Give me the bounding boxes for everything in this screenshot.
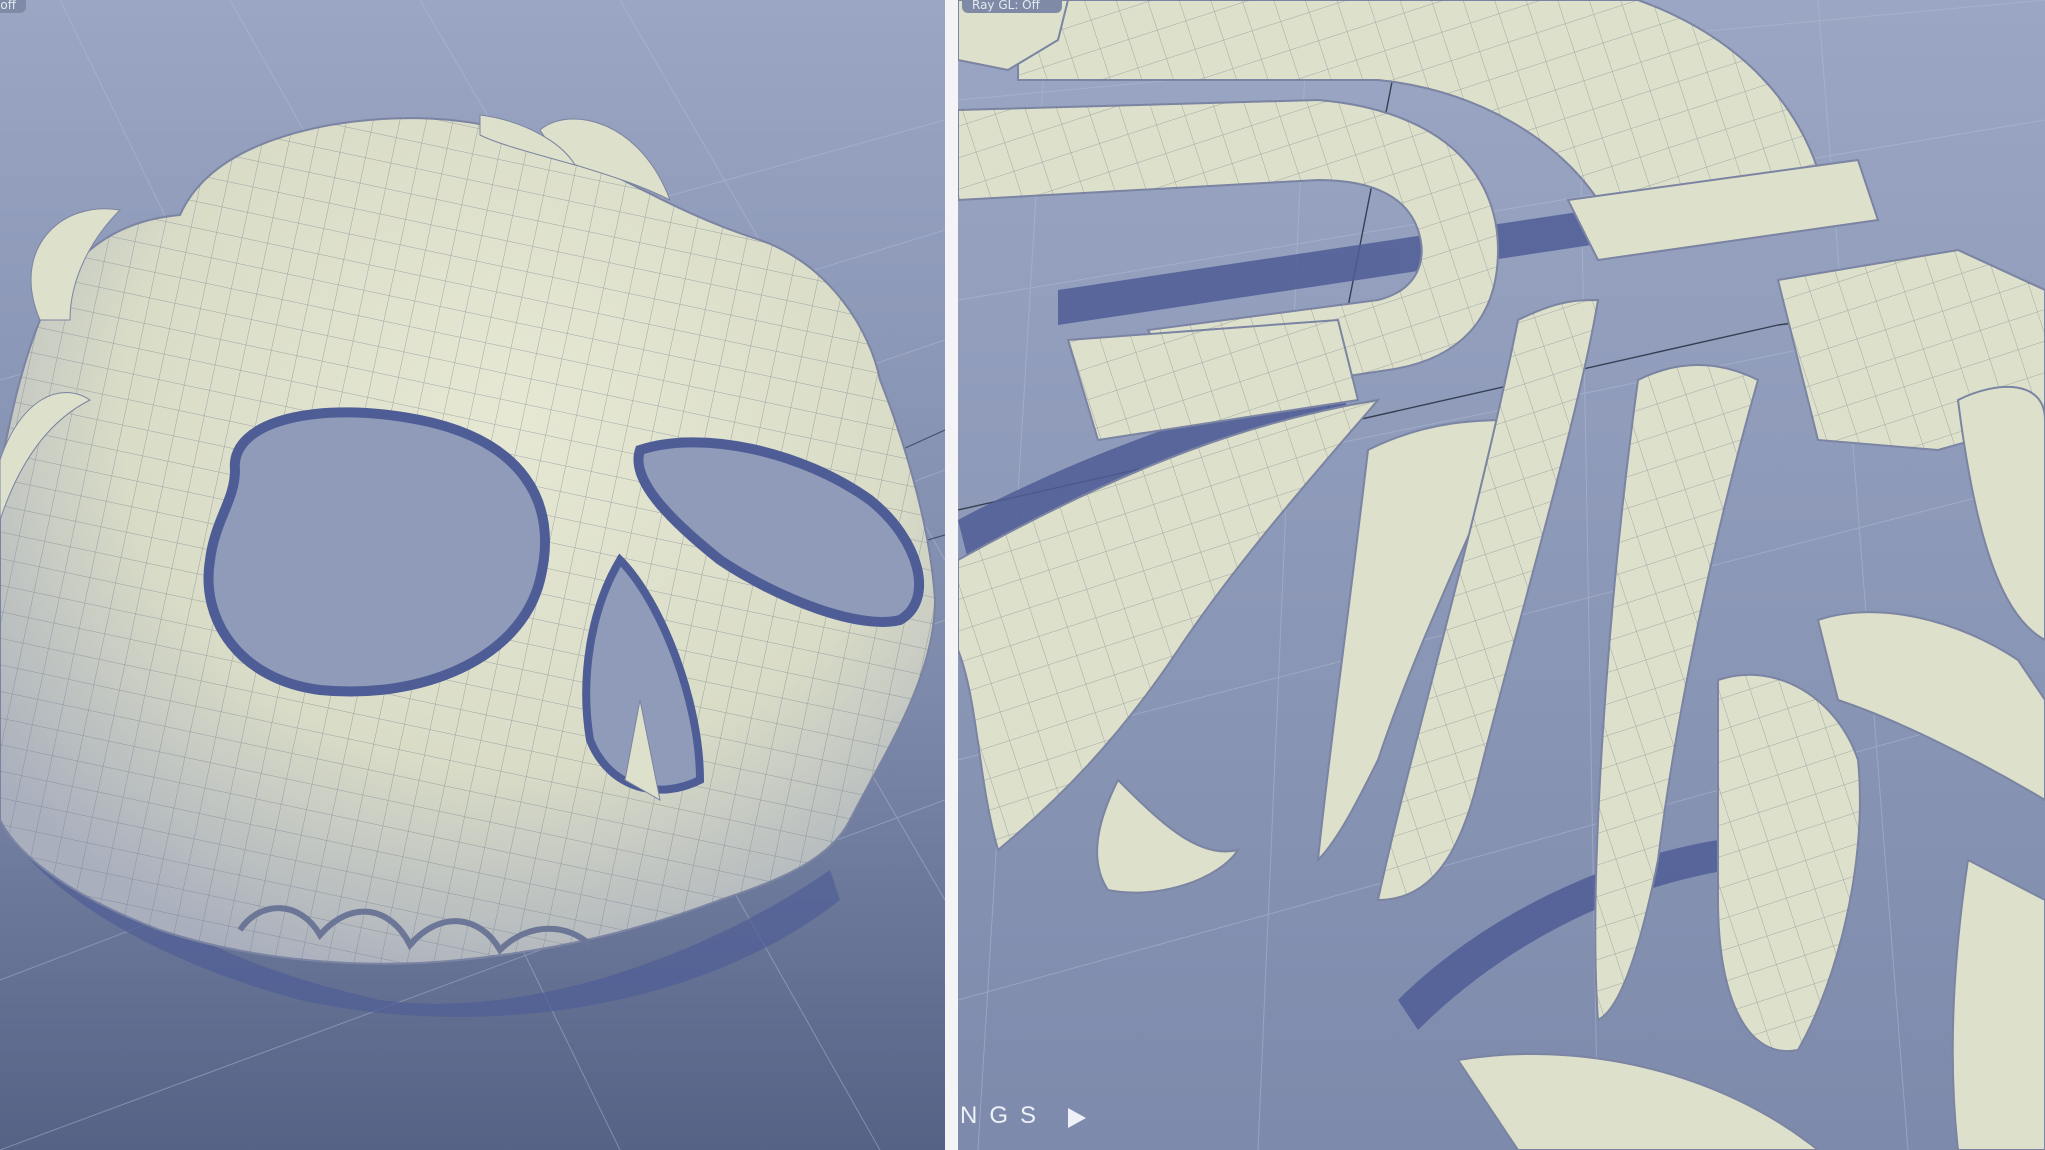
viewport-left[interactable]: off [0, 0, 945, 1150]
viewport-right-scene[interactable] [958, 0, 2045, 1150]
left-eye-socket [203, 407, 550, 697]
nav-label[interactable]: NGS [960, 1102, 1048, 1130]
play-icon[interactable] [1068, 1108, 1086, 1128]
render-status-right: Ray GL: Off [962, 0, 1062, 13]
render-status-left: off [0, 0, 26, 13]
viewport-right[interactable]: Ray GL: Off NGS [958, 0, 2045, 1150]
viewport-left-scene[interactable] [0, 0, 945, 1150]
viewport-divider[interactable] [945, 0, 958, 1150]
